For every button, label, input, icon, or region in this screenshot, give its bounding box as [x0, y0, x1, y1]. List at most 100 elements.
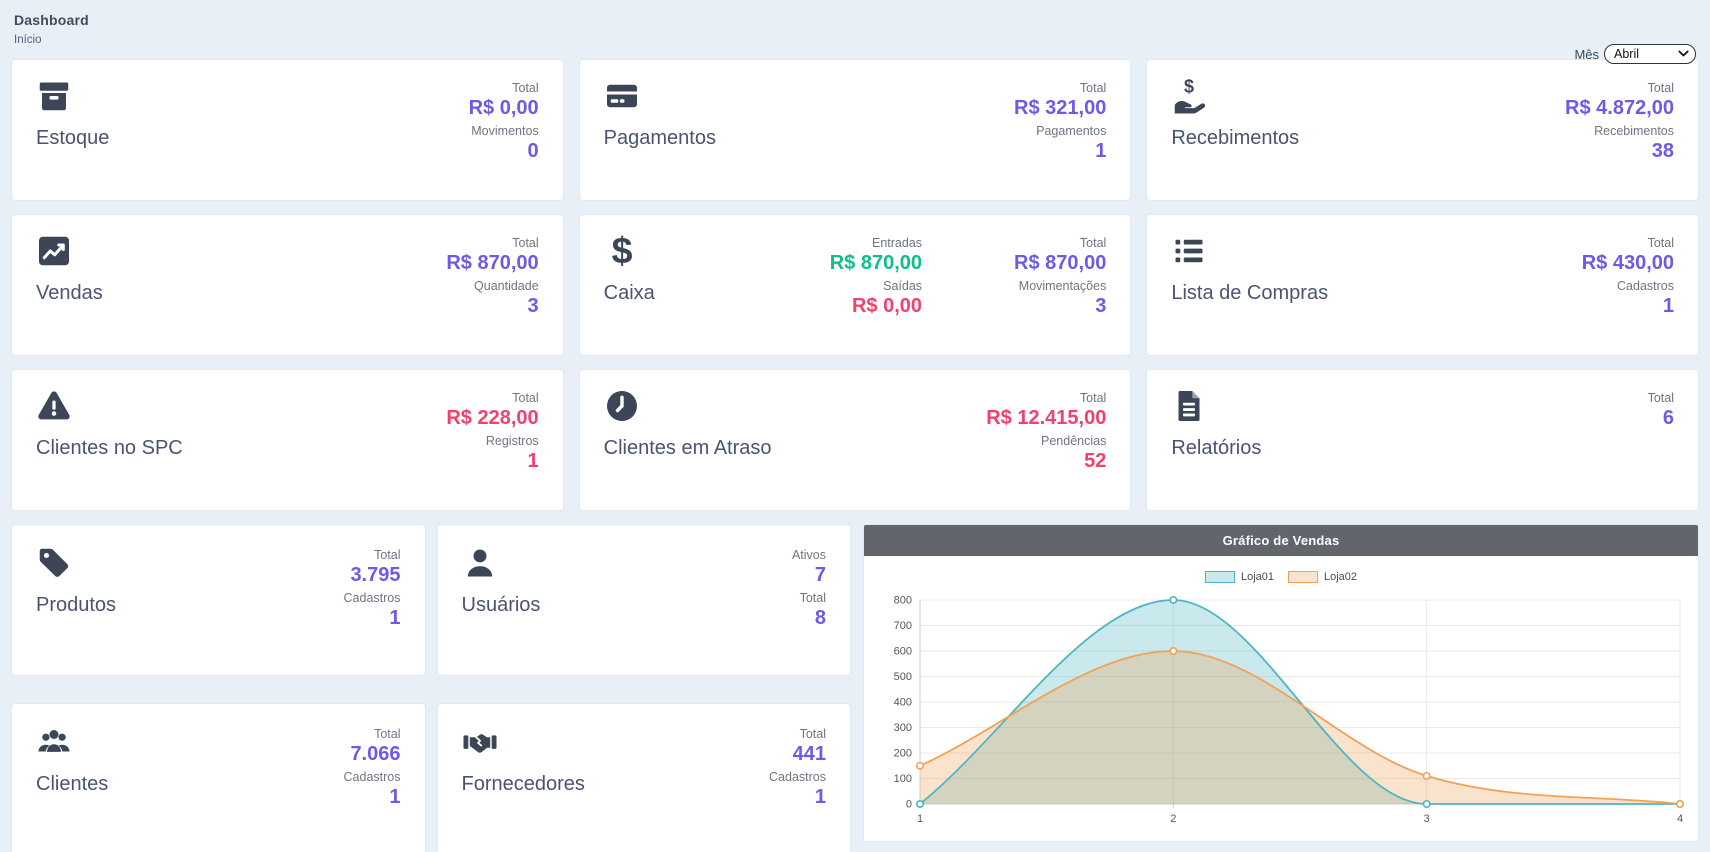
card-relatorios[interactable]: RelatóriosTotal6 [1147, 370, 1698, 510]
card-estoque[interactable]: Estoque TotalR$ 0,00Movimentos0 [12, 60, 563, 200]
stat-column: TotalR$ 0,00Movimentos0 [469, 78, 539, 164]
stat-column: TotalR$ 228,00Registros1 [446, 388, 538, 474]
page-title: Dashboard [14, 12, 1698, 28]
stat-label: Total [350, 726, 400, 742]
svg-text:500: 500 [894, 671, 912, 683]
stat-value: 52 [1041, 449, 1106, 474]
card-left: Pagamentos [604, 78, 716, 182]
stat-value: R$ 0,00 [852, 294, 922, 319]
card-title: Recebimentos [1171, 127, 1299, 150]
card-stats: TotalR$ 4.872,00Recebimentos38 [1565, 78, 1674, 182]
stat: TotalR$ 430,00 [1582, 233, 1674, 276]
card-fornecedores[interactable]: FornecedoresTotal441Cadastros1 [438, 704, 851, 852]
stat-column: Ativos7Total8 [792, 545, 826, 631]
stat-column: TotalR$ 4.872,00Recebimentos38 [1565, 78, 1674, 164]
chart-legend: Loja01 Loja02 [874, 568, 1688, 586]
card-title: Vendas [36, 282, 103, 305]
stat-label: Total [1014, 80, 1106, 96]
stat-label: Total [446, 390, 538, 406]
card-title: Clientes no SPC [36, 437, 183, 460]
stat-column: TotalR$ 12.415,00Pendências52 [986, 388, 1106, 474]
svg-text:300: 300 [894, 722, 912, 734]
card-clientes-no-spc[interactable]: Clientes no SPCTotalR$ 228,00Registros1 [12, 370, 563, 510]
card-left: Clientes em Atraso [604, 388, 772, 492]
card-stats: Total7.066Cadastros1 [344, 724, 401, 834]
bottom-section: ProdutosTotal3.795Cadastros1 Usuários Ativ… [12, 525, 1698, 852]
stat-label: Total [1014, 235, 1106, 251]
card-pagamentos[interactable]: PagamentosTotalR$ 321,00Pagamentos1 [580, 60, 1131, 200]
card-stats: Total441Cadastros1 [769, 724, 826, 834]
card-stats: Total6 [1648, 388, 1674, 492]
card-usuarios[interactable]: Usuários Ativos7Total8 [438, 525, 851, 675]
stat-label: Total [1582, 235, 1674, 251]
stat-column: Total441Cadastros1 [769, 724, 826, 810]
stat: Quantidade3 [474, 276, 539, 319]
stat-value: 0 [471, 139, 538, 164]
breadcrumb: Início [14, 34, 1698, 46]
stat-label: Cadastros [344, 769, 401, 785]
card-title: Lista de Compras [1171, 282, 1328, 305]
stat-value: 7 [792, 563, 826, 588]
card-left: $Recebimentos [1171, 78, 1299, 182]
svg-text:200: 200 [894, 748, 912, 760]
stat-value: R$ 870,00 [1014, 251, 1106, 276]
stat-label: Pagamentos [1036, 123, 1106, 139]
card-lista-de-compras[interactable]: Lista de ComprasTotalR$ 430,00Cadastros1 [1147, 215, 1698, 355]
card-vendas[interactable]: Vendas TotalR$ 870,00Quantidade3 [12, 215, 563, 355]
stat: Cadastros1 [344, 588, 401, 631]
triangle-exclamation-icon [36, 388, 72, 424]
svg-text:1: 1 [917, 813, 923, 825]
stat-label: Recebimentos [1594, 123, 1674, 139]
box-archive-icon [36, 78, 72, 114]
card-clientes[interactable]: Clientes Total7.066Cadastros1 [12, 704, 425, 852]
svg-text:700: 700 [894, 620, 912, 632]
stat: Movimentos0 [471, 121, 538, 164]
sales-area-chart: 01002003004005006007008001234 [874, 588, 1688, 841]
stats-card-grid: EstoqueTotalR$ 0,00Movimentos0Pagamentos… [12, 60, 1698, 510]
stat-label: Total [986, 390, 1106, 406]
stat: Cadastros1 [769, 767, 826, 810]
svg-text:2: 2 [1170, 813, 1176, 825]
stat-value: 3 [474, 294, 539, 319]
credit-card-icon [604, 78, 640, 114]
stat-value: R$ 870,00 [830, 251, 922, 276]
stat-value: 1 [1617, 294, 1674, 319]
chart-title: Gráfico de Vendas [864, 525, 1698, 556]
card-stats: Total3.795Cadastros1 [344, 545, 401, 655]
legend-label: Loja02 [1324, 571, 1357, 583]
stat-label: Cadastros [769, 769, 826, 785]
stat: TotalR$ 870,00 [1014, 233, 1106, 276]
stat-value: 1 [1036, 139, 1106, 164]
stat-label: Registros [486, 433, 539, 449]
legend-item-loja01[interactable]: Loja01 [1205, 571, 1274, 583]
stat: SaídasR$ 0,00 [852, 276, 922, 319]
svg-text:0: 0 [906, 799, 912, 811]
stat: Recebimentos38 [1594, 121, 1674, 164]
chart-body: Loja01Loja02 010020030040050060070080012… [864, 556, 1698, 841]
stat-column: TotalR$ 870,00Quantidade3 [446, 233, 538, 319]
stat: TotalR$ 4.872,00 [1565, 78, 1674, 121]
card-title: Estoque [36, 127, 109, 150]
month-select[interactable]: Abril [1604, 44, 1696, 64]
stat-column: Total6 [1648, 388, 1674, 431]
card-stats: TotalR$ 12.415,00Pendências52 [986, 388, 1106, 492]
card-caixa[interactable]: $CaixaEntradasR$ 870,00SaídasR$ 0,00Tota… [580, 215, 1131, 355]
stat-column: TotalR$ 321,00Pagamentos1 [1014, 78, 1106, 164]
stat-value: R$ 0,00 [469, 96, 539, 121]
legend-item-loja02[interactable]: Loja02 [1288, 571, 1357, 583]
chart-svg: 01002003004005006007008001234 [874, 588, 1689, 836]
stat: TotalR$ 12.415,00 [986, 388, 1106, 431]
clock-icon [604, 388, 640, 424]
card-clientes-em-atraso[interactable]: Clientes em Atraso TotalR$ 12.415,00Pendê… [580, 370, 1131, 510]
stat-value: R$ 12.415,00 [986, 406, 1106, 431]
stat-label: Movimentações [1019, 278, 1107, 294]
month-filter-label: Mês [1574, 47, 1599, 62]
card-recebimentos[interactable]: $RecebimentosTotalR$ 4.872,00Recebimento… [1147, 60, 1698, 200]
svg-text:100: 100 [894, 773, 912, 785]
card-produtos[interactable]: ProdutosTotal3.795Cadastros1 [12, 525, 425, 675]
stat-label: Quantidade [474, 278, 539, 294]
card-left: Clientes [36, 724, 108, 834]
list-icon [1171, 233, 1207, 269]
card-left: Usuários [462, 545, 541, 655]
stat-value: R$ 228,00 [446, 406, 538, 431]
